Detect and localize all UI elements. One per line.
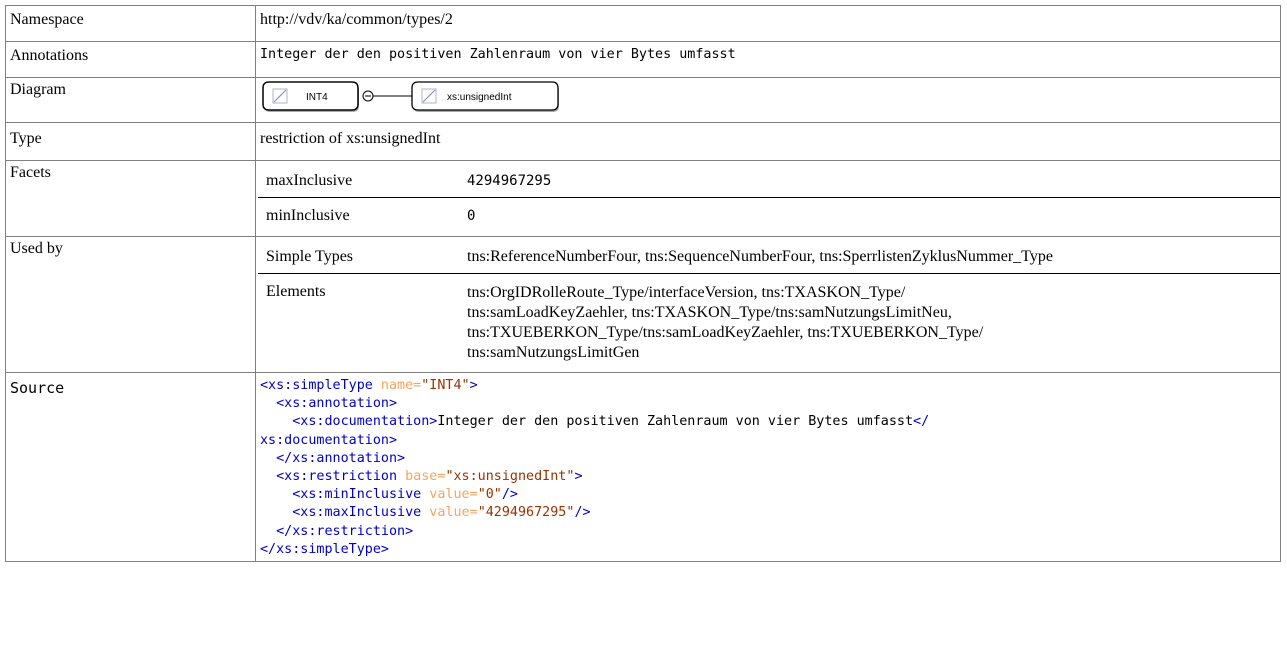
code-attr: base= xyxy=(397,469,446,485)
code-text: Integer der den positiven Zahlenraum von… xyxy=(437,414,914,430)
source-code: <xs:simpleType name="INT4"> <xs:annotati… xyxy=(260,377,1276,559)
code-attr-value: "0" xyxy=(477,487,502,503)
used-by-cell: Simple Types tns:ReferenceNumberFour, tn… xyxy=(255,236,1281,373)
type-label: Type xyxy=(5,122,256,161)
code-tag: /> xyxy=(501,487,518,503)
facets-cell: maxInclusive 4294967295 minInclusive 0 xyxy=(255,160,1281,237)
type-diagram: INT4 xs:unsignedInt xyxy=(260,81,1276,115)
code-tag: </xs:restriction> xyxy=(260,523,414,539)
used-by-elements-row: Elements tns:OrgIDRolleRoute_Type/interf… xyxy=(258,273,1280,370)
namespace-label: Namespace xyxy=(5,5,256,42)
elements-line: tns:samLoadKeyZaehler, tns:TXASKON_Type/… xyxy=(467,304,952,321)
code-attr-value: "INT4" xyxy=(421,378,470,393)
source-label: Source xyxy=(5,371,256,563)
int4-node[interactable]: INT4 xyxy=(262,81,359,112)
code-tag: <xs:restriction xyxy=(260,469,398,485)
unsignedint-node-label: xs:unsignedInt xyxy=(447,92,512,103)
type-value: restriction of xs:unsignedInt xyxy=(255,122,1281,161)
code-tag: <xs:minInclusive xyxy=(260,487,422,503)
code-tag: </xs:annotation> xyxy=(260,450,406,466)
facet-name: minInclusive xyxy=(258,197,459,234)
source-row: Source <xs:simpleType name="INT4"> <xs:a… xyxy=(5,371,1281,563)
annotations-label: Annotations xyxy=(5,41,256,78)
schema-type-table: Namespace http://vdv/ka/common/types/2 A… xyxy=(5,5,1281,563)
annotations-row: Annotations Integer der den positiven Za… xyxy=(5,41,1281,78)
code-tag: /> xyxy=(574,505,591,521)
code-attr: value= xyxy=(421,505,478,521)
code-tag: > xyxy=(574,469,583,485)
used-by-table: Simple Types tns:ReferenceNumberFour, tn… xyxy=(258,239,1280,370)
code-tag: <xs:simpleType xyxy=(260,378,373,393)
elements-value: tns:OrgIDRolleRoute_Type/interfaceVersio… xyxy=(459,273,1280,370)
used-by-label: Used by xyxy=(5,236,256,373)
used-by-row: Used by Simple Types tns:ReferenceNumber… xyxy=(5,236,1281,373)
type-row: Type restriction of xs:unsignedInt xyxy=(5,122,1281,161)
code-tag: > xyxy=(469,378,478,393)
code-tag: xs:documentation> xyxy=(260,432,398,448)
code-attr-value: "4294967295" xyxy=(477,505,575,521)
diagram-row: Diagram INT4 xs:unsignedInt xyxy=(5,77,1281,123)
unsignedint-node[interactable]: xs:unsignedInt xyxy=(411,81,559,112)
elements-line: tns:TXUEBERKON_Type/tns:samLoadKeyZaehle… xyxy=(467,324,984,341)
elements-line: tns:OrgIDRolleRoute_Type/interfaceVersio… xyxy=(467,284,906,301)
int4-node-label: INT4 xyxy=(306,92,328,103)
namespace-value: http://vdv/ka/common/types/2 xyxy=(255,5,1281,42)
code-tag: <xs:documentation> xyxy=(260,414,438,430)
annotations-value: Integer der den positiven Zahlenraum von… xyxy=(255,41,1281,78)
diagram-cell: INT4 xs:unsignedInt xyxy=(255,77,1281,123)
code-attr: name= xyxy=(372,378,422,393)
facet-row: maxInclusive 4294967295 xyxy=(258,163,1280,198)
type-diagram-svg: INT4 xs:unsignedInt xyxy=(262,81,559,112)
facets-label: Facets xyxy=(5,160,256,237)
facets-row: Facets maxInclusive 4294967295 minInclus… xyxy=(5,160,1281,237)
diagram-label: Diagram xyxy=(5,77,256,123)
facet-value: 4294967295 xyxy=(467,173,552,189)
source-cell: <xs:simpleType name="INT4"> <xs:annotati… xyxy=(255,371,1281,563)
code-attr: value= xyxy=(421,487,478,503)
simple-types-value: tns:ReferenceNumberFour, tns:SequenceNum… xyxy=(467,248,1053,265)
used-by-simple-types-row: Simple Types tns:ReferenceNumberFour, tn… xyxy=(258,239,1280,274)
sequence-connector-icon xyxy=(362,90,412,102)
namespace-row: Namespace http://vdv/ka/common/types/2 xyxy=(5,5,1281,42)
facets-table: maxInclusive 4294967295 minInclusive 0 xyxy=(258,163,1280,234)
simple-types-label: Simple Types xyxy=(266,248,354,265)
code-tag: <xs:maxInclusive xyxy=(260,505,422,521)
code-tag: </xs:simpleType> xyxy=(260,541,389,557)
elements-label: Elements xyxy=(258,273,459,370)
facet-row: minInclusive 0 xyxy=(258,197,1280,234)
facet-name: maxInclusive xyxy=(266,172,353,189)
code-attr-value: "xs:unsignedInt" xyxy=(445,469,575,485)
code-tag: <xs:annotation> xyxy=(260,396,398,412)
facet-value: 0 xyxy=(459,197,1280,234)
elements-line: tns:samNutzungsLimitGen xyxy=(467,344,640,361)
code-tag: </ xyxy=(913,414,930,430)
